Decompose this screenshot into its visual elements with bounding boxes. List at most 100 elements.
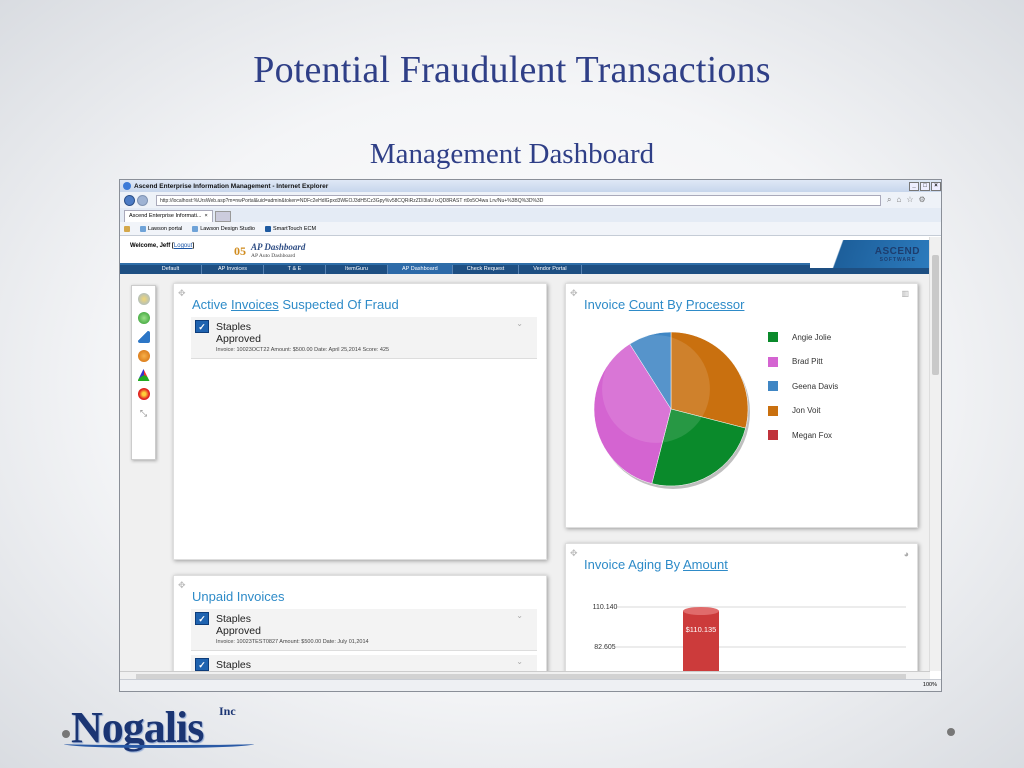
list-item[interactable]: ✓ Staples Approved Invoice: 10023OCT22 A… [191,317,537,359]
welcome-text: Welcome, Jeff [Logout] [130,243,195,249]
home-icon[interactable]: ⌂ [896,195,901,205]
legend-item-jon-voit[interactable]: Jon Voit [768,405,821,416]
app-viewport: Welcome, Jeff [Logout] 05 AP Dashboard A… [120,237,930,671]
new-tab-button[interactable] [214,211,231,222]
dashboard-subtitle: AP Auto Dashboard [251,253,296,259]
user-icon[interactable] [137,293,150,305]
tab-bar: Ascend Enterprise Informati... × [120,208,941,222]
invoice-count-title: Invoice Count By Processor [584,297,745,312]
logout-link[interactable]: Logout [174,243,192,249]
legend-label: Angie Jolie [792,332,832,342]
favorites-bar: Lawson portal Lawson Design Studio Smart… [120,222,941,236]
legend-item-angie-jolie[interactable]: Angie Jolie [768,332,831,342]
vendor-name: Staples [216,321,252,333]
forward-button[interactable] [137,194,148,206]
minimize-button[interactable]: _ [909,181,919,191]
invoice-status: Approved [216,625,261,637]
menu-check-request[interactable]: Check Request [453,265,520,274]
menu-t-and-e[interactable]: T & E [264,265,326,274]
address-bar: http://localhost:%UrsWeb.asp?m=nwPortal&… [120,192,941,208]
dashboard-number: 05 [234,244,246,258]
gear-icon[interactable]: ⚙ [919,195,926,205]
invoices-link[interactable]: Invoices [231,297,279,312]
invoice-count-panel: ✥ ▥ Invoice Count By Processor Angie Jol… [565,283,918,528]
ascend-logo: ASCEND SOFTWARE [810,240,930,268]
list-item[interactable]: ✓ Staples Approved Invoice: 10023TEST082… [191,609,537,651]
y-tick-label: 82.605 [594,644,616,651]
legend-swatch [768,332,778,342]
legend-swatch [768,405,778,416]
close-button[interactable]: × [931,181,941,191]
menu-default[interactable]: Default [140,265,202,274]
move-icon[interactable]: ✥ [178,288,186,299]
triangle-icon[interactable] [137,369,150,381]
hand-icon[interactable] [137,350,150,362]
window-titlebar: Ascend Enterprise Information Management… [120,180,941,192]
unpaid-panel-title: Unpaid Invoices [192,589,285,604]
chevron-down-icon[interactable]: ⌄ [516,319,523,328]
zoom-level[interactable]: 100% [923,682,937,688]
back-button[interactable] [124,194,135,206]
app-header: Welcome, Jeff [Logout] 05 AP Dashboard A… [120,237,930,268]
count-link[interactable]: Count [629,297,664,312]
legend-label: Geena Davis [792,381,839,391]
menu-ap-dashboard[interactable]: AP Dashboard [388,265,453,274]
list-item[interactable]: ✓ Staples ⌄ [191,655,537,671]
maximize-button[interactable]: □ [920,181,930,191]
chevron-down-icon[interactable]: ⌄ [516,611,523,620]
legend-swatch [768,430,778,440]
amount-link[interactable]: Amount [683,557,728,572]
refresh-icon[interactable] [137,312,150,324]
menu-itemguru[interactable]: ItemGuru [326,265,388,274]
favorite-link-smarttouch-ecm[interactable]: SmartTouch ECM [264,225,316,232]
bar-0[interactable] [683,611,719,671]
legend-item-brad-pitt[interactable]: Brad Pitt [768,356,823,367]
tab-label: Ascend Enterprise Informati... [129,213,202,219]
invoice-aging-title: Invoice Aging By Amount [584,557,728,572]
move-icon[interactable]: ✥ [570,288,578,299]
checkbox-icon[interactable]: ✓ [195,320,209,333]
dashboard-title: AP Dashboard [251,242,306,252]
invoice-details: Invoice: 10023OCT22 Amount: $500.00 Date… [216,347,390,353]
url-input[interactable]: http://localhost:%UrsWeb.asp?m=nwPortal&… [156,194,881,206]
menu-vendor-portal[interactable]: Vendor Portal [519,265,582,274]
bar-0-top [683,607,719,615]
favorite-link-lawson-design-studio[interactable]: Lawson Design Studio [192,225,255,232]
fraud-panel-title: Active Invoices Suspected Of Fraud [192,297,399,312]
browser-tab[interactable]: Ascend Enterprise Informati... × [124,210,213,222]
slide-subtitle: Management Dashboard [369,138,655,170]
bar-chart: 110.140 82.605 $110.135 [593,604,906,671]
favorite-link-lawson-portal[interactable]: Lawson portal [140,225,182,232]
settings-icon[interactable]: ◕ [904,549,909,559]
search-icon[interactable]: ⌕ [887,195,891,205]
chart-icon[interactable] [137,331,150,343]
bar-data-label: $110.135 [686,625,717,634]
browser-window: Ascend Enterprise Information Management… [119,179,942,692]
favorites-folder-icon[interactable] [124,225,130,232]
checkbox-icon[interactable]: ✓ [195,612,209,625]
legend-item-geena-davis[interactable]: Geena Davis [768,381,838,391]
legend-label: Megan Fox [792,430,833,440]
chevron-down-icon[interactable]: ⌄ [516,657,523,666]
legend-swatch [768,381,778,391]
vertical-scrollbar[interactable] [929,237,941,671]
main-menu: Default AP Invoices T & E ItemGuru AP Da… [120,265,930,274]
fraud-panel: ✥ Active Invoices Suspected Of Fraud ✓ S… [173,283,547,560]
move-icon[interactable]: ✥ [178,580,186,591]
collapse-icon[interactable]: ⤡ [138,407,150,419]
unpaid-panel: ✥ Unpaid Invoices ✓ Staples Approved Inv… [173,575,547,671]
menu-ap-invoices[interactable]: AP Invoices [202,265,264,274]
alert-icon[interactable] [137,388,150,400]
checkbox-icon[interactable]: ✓ [195,658,209,671]
bullet-right [947,728,955,736]
slide-title: Potential Fraudulent Transactions [253,49,771,91]
tab-close-icon[interactable]: × [204,211,207,222]
favorites-star-icon[interactable]: ☆ [906,195,913,205]
move-icon[interactable]: ✥ [570,548,578,559]
legend-label: Jon Voit [792,406,821,415]
processor-link[interactable]: Processor [686,297,745,312]
chart-type-icon[interactable]: ▥ [901,289,909,298]
invoice-details: Invoice: 10023TEST0827 Amount: $500.00 D… [216,639,369,645]
invoice-status: Approved [216,333,261,345]
legend-item-megan-fox[interactable]: Megan Fox [768,430,832,440]
